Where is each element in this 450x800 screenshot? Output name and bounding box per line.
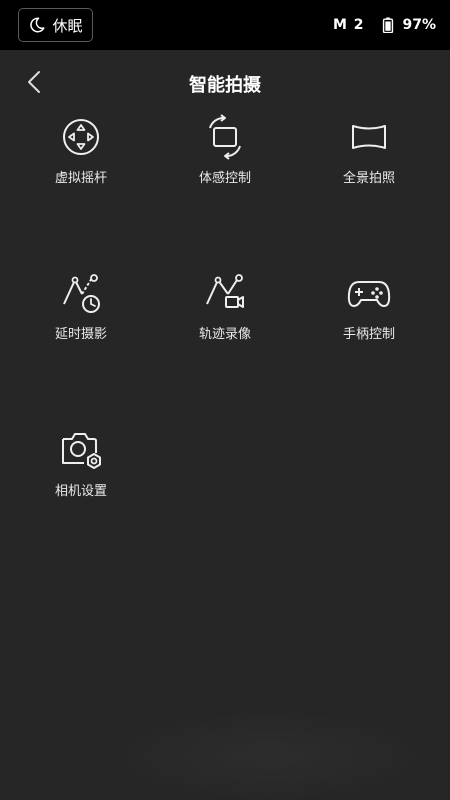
battery-percent: 97% [402,17,436,33]
tile-camera-settings[interactable]: 相机设置 [11,427,151,527]
motion-control-icon [209,114,241,160]
tile-label: 延时摄影 [54,327,107,342]
tile-label: 轨迹录像 [198,327,251,342]
tile-trajectory[interactable]: 轨迹录像 [155,270,295,370]
tile-label: 相机设置 [54,484,107,499]
page-header: 智能拍摄 [0,50,450,114]
tile-label: 虚拟摇杆 [54,171,107,186]
battery-icon [383,17,394,33]
page-title: 智能拍摄 [189,75,261,96]
tile-gamepad-control[interactable]: 手柄控制 [299,270,439,370]
timelapse-icon [63,274,100,313]
camera-settings-icon [62,433,101,469]
tile-virtual-joystick[interactable]: 虚拟摇杆 [11,114,151,214]
tile-panorama[interactable]: 全景拍照 [299,114,439,214]
tile-label: 手柄控制 [342,327,395,342]
moon-icon [30,17,45,33]
panorama-icon [352,125,386,149]
status-bar: 休眠 M 2 97% [0,0,450,50]
tile-label: 全景拍照 [342,171,395,186]
bottom-shadow [120,712,420,800]
trajectory-icon [206,274,244,308]
tile-motion-control[interactable]: 体感控制 [155,114,295,214]
gamepad-icon [347,281,391,307]
mode-indicator: M 2 [332,17,365,33]
tile-label: 体感控制 [198,171,251,186]
tile-timelapse[interactable]: 延时摄影 [11,270,151,370]
sleep-label: 休眠 [52,16,83,35]
joystick-icon [63,119,99,155]
status-right: M 2 97% [333,15,436,35]
sleep-button[interactable]: 休眠 [18,8,93,42]
